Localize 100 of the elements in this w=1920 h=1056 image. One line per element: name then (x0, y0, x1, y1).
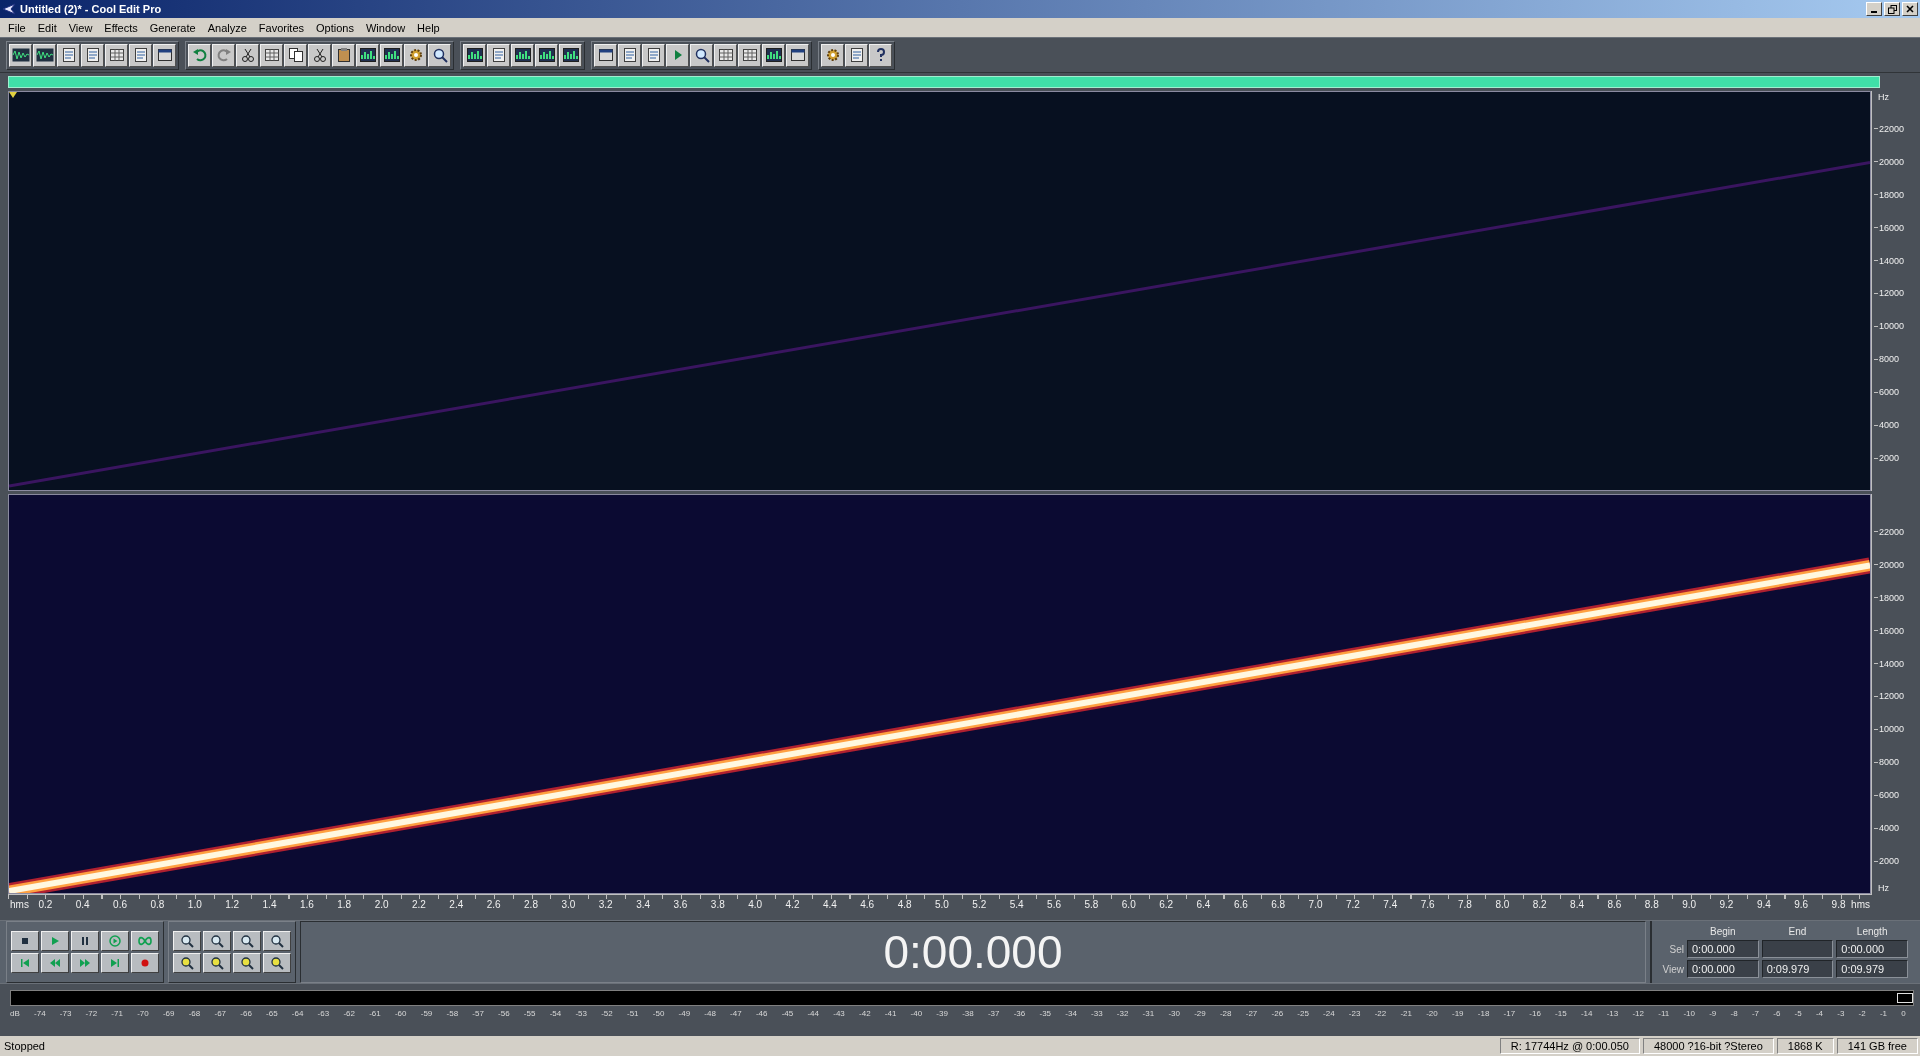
meter-tick-label: -9 (1709, 1009, 1717, 1018)
axis-unit: Hz (1878, 92, 1889, 102)
menu-item[interactable]: Analyze (201, 21, 253, 34)
spectrum-icon (359, 47, 376, 63)
time-field[interactable]: 0:00.000 (1687, 960, 1759, 978)
menu-item[interactable]: Generate (143, 21, 202, 34)
toolbar-button[interactable] (33, 43, 56, 67)
toolbar-button[interactable] (153, 43, 176, 67)
menu-item[interactable]: Options (310, 21, 360, 34)
toolbar-button[interactable] (105, 43, 128, 67)
meter-tick-label: -54 (549, 1009, 562, 1018)
transport-button[interactable] (71, 953, 99, 973)
toolbar-button[interactable] (845, 43, 868, 67)
meter-tick-label: -34 (1065, 1009, 1077, 1018)
zoom-button[interactable] (233, 931, 261, 951)
ruler-tick-label: 1.8 (337, 899, 352, 910)
toolbar-button[interactable] (762, 43, 785, 67)
toolbar-button[interactable] (786, 43, 809, 67)
transport-button[interactable] (11, 953, 39, 973)
meter-tick-label: -1 (1879, 1009, 1888, 1018)
ruler-tick-label: 6.2 (1159, 899, 1174, 910)
toolbar-button[interactable] (714, 43, 737, 67)
toolbar-button[interactable] (260, 43, 283, 67)
meter-tick-label: -68 (188, 1009, 201, 1018)
menu-item[interactable]: View (62, 21, 99, 34)
toolbar-button[interactable] (9, 43, 32, 67)
restore-button[interactable] (1884, 2, 1900, 16)
menu-item[interactable]: Help (411, 21, 446, 34)
toolbar-button[interactable] (81, 43, 104, 67)
toolbar-button[interactable] (642, 43, 665, 67)
time-field[interactable]: 0:09.979 (1761, 960, 1834, 978)
menu-item[interactable]: Window (360, 21, 412, 34)
time-field[interactable] (1761, 940, 1834, 958)
transport-button[interactable] (101, 953, 129, 973)
axis-tick-label: 2000 (1874, 453, 1900, 464)
toolbar-button[interactable] (738, 43, 761, 67)
toolbar-button[interactable] (356, 43, 379, 67)
toolbar-button[interactable] (212, 43, 235, 67)
ruler-tick-label: 5.2 (972, 899, 987, 910)
ruler-tick-label: 2.6 (486, 899, 501, 910)
menu-item[interactable]: File (2, 21, 32, 34)
menu-item[interactable]: Edit (31, 21, 63, 34)
toolbar-button[interactable] (666, 43, 689, 67)
minimize-button[interactable] (1866, 2, 1882, 16)
zoom-button[interactable] (203, 953, 231, 973)
ruler-tick-label: 3.4 (636, 899, 651, 910)
grid-icon (108, 47, 125, 63)
toolbar-button[interactable] (129, 43, 152, 67)
transport-button[interactable] (71, 931, 99, 951)
meter-tick-label: -19 (1452, 1009, 1464, 1018)
transport-button[interactable] (11, 931, 39, 951)
toolbar-button[interactable] (535, 43, 558, 67)
transport-button[interactable] (101, 931, 129, 951)
time-field[interactable]: 0:00.000 (1687, 940, 1759, 958)
toolbar-button[interactable] (618, 43, 641, 67)
toolbar-button[interactable] (869, 43, 892, 67)
toolbar-button[interactable] (308, 43, 331, 67)
axis-tick-label: 20000 (1874, 559, 1905, 570)
transport-button[interactable] (41, 953, 69, 973)
toolbar-button[interactable] (511, 43, 534, 67)
toolbar-button[interactable] (404, 43, 427, 67)
toolbar-button[interactable] (380, 43, 403, 67)
menu-item[interactable]: Favorites (252, 21, 311, 34)
zoom-button[interactable] (173, 931, 201, 951)
ruler-tick-label: 6.8 (1271, 899, 1286, 910)
toolbar-button[interactable] (559, 43, 582, 67)
zoom-button[interactable] (263, 953, 291, 973)
transport-button[interactable] (41, 931, 69, 951)
meter-tick-label: -29 (1194, 1009, 1206, 1018)
menu-item[interactable]: Effects (98, 21, 144, 34)
toolbar-button[interactable] (487, 43, 510, 67)
ruler-tick-label: 0.6 (113, 899, 127, 910)
toolbar-button[interactable] (188, 43, 211, 67)
spectrogram-view[interactable] (8, 494, 1871, 894)
toolbar-button[interactable] (690, 43, 713, 67)
time-field[interactable]: 0:00.000 (1836, 940, 1908, 958)
axis-tick-label: 18000 (1874, 592, 1905, 603)
transport-button[interactable] (131, 931, 159, 951)
zoom-button[interactable] (173, 953, 201, 973)
toolbar-button[interactable] (428, 43, 451, 67)
ruler-tick-label: 5.6 (1047, 899, 1061, 910)
toolbar-button[interactable] (332, 43, 355, 67)
toolbar-button[interactable] (236, 43, 259, 67)
toolbar-button[interactable] (821, 43, 844, 67)
time-field[interactable]: 0:09.979 (1836, 960, 1908, 978)
toolbar-button[interactable] (284, 43, 307, 67)
document-icon (490, 47, 507, 63)
meter-tick-label: -35 (1039, 1009, 1052, 1018)
status-cell: 48000 ?16-bit ?Stereo (1642, 1038, 1774, 1054)
ruler-tick-label: 8.2 (1532, 899, 1547, 910)
ruler-tick-label: 3.8 (710, 899, 725, 910)
undo-icon (191, 47, 208, 63)
zoom-button[interactable] (203, 931, 231, 951)
toolbar-button[interactable] (594, 43, 617, 67)
zoom-button[interactable] (263, 931, 291, 951)
zoom-button[interactable] (233, 953, 261, 973)
toolbar-button[interactable] (57, 43, 80, 67)
toolbar-button[interactable] (463, 43, 486, 67)
transport-button[interactable] (131, 953, 159, 973)
close-button[interactable] (1902, 2, 1918, 16)
